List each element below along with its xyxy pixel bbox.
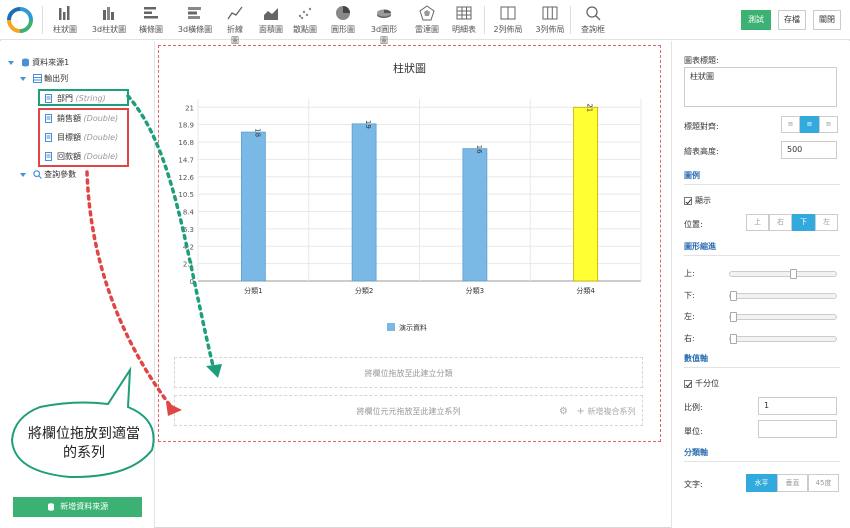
margin-slider[interactable] — [729, 334, 837, 344]
slider-handle[interactable] — [730, 291, 737, 301]
legend-show-label: 顯示 — [695, 196, 711, 205]
unit-label: 單位: — [684, 427, 703, 436]
margin-label: 左: — [684, 312, 695, 321]
legend-position-option[interactable]: 右 — [769, 214, 792, 231]
slider-handle[interactable] — [790, 269, 797, 279]
title-align-label: 標題對齊: — [684, 122, 719, 131]
align-left-button[interactable]: ≡ — [781, 116, 800, 133]
legend-section-title: 圖例 — [684, 171, 700, 180]
text-orientation-option[interactable]: 垂直 — [777, 474, 808, 492]
unit-input[interactable] — [758, 420, 837, 438]
position-label: 位置: — [684, 220, 703, 229]
measure-arrowhead — [166, 402, 182, 416]
legend-show-checkbox[interactable]: 顯示 — [684, 195, 711, 206]
ratio-input[interactable]: 1 — [758, 397, 837, 415]
chart-title-label: 圖表標題: — [684, 56, 719, 65]
margin-slider[interactable] — [729, 291, 837, 301]
legend-position-option[interactable]: 上 — [746, 214, 769, 231]
chart-title-input[interactable]: 柱狀圖 — [684, 67, 837, 107]
margin-slider[interactable] — [729, 269, 837, 279]
thousands-label: 千分位 — [695, 379, 719, 388]
slider-handle[interactable] — [730, 312, 737, 322]
text-orientation-option[interactable]: 45度 — [808, 474, 839, 492]
legend-position-option[interactable]: 下 — [792, 214, 815, 231]
text-orientation-option[interactable]: 水平 — [746, 474, 777, 492]
margin-label: 右: — [684, 334, 695, 343]
ratio-label: 比例: — [684, 403, 703, 412]
legend-position-option[interactable]: 左 — [815, 214, 838, 231]
value-axis-section-title: 數值軸 — [684, 354, 708, 363]
category-axis-section-title: 分類軸 — [684, 448, 708, 457]
height-label: 繪表高度: — [684, 147, 719, 156]
checkbox-icon[interactable] — [684, 379, 692, 388]
margin-label: 上: — [684, 269, 695, 278]
height-input[interactable]: 500 — [781, 141, 837, 159]
margin-section-title: 圖形縮進 — [684, 242, 716, 251]
text-label: 文字: — [684, 480, 703, 489]
dimension-arrow — [126, 94, 216, 372]
slider-handle[interactable] — [730, 334, 737, 344]
thousands-checkbox[interactable]: 千分位 — [684, 378, 719, 389]
callout-text: 將欄位拖放到適當的系列 — [28, 426, 140, 461]
align-right-button[interactable]: ≡ — [819, 116, 838, 133]
margin-label: 下: — [684, 291, 695, 300]
margin-slider[interactable] — [729, 312, 837, 322]
align-center-button[interactable]: ≡ — [800, 116, 819, 133]
dimension-arrowhead — [206, 364, 222, 378]
checkbox-icon[interactable] — [684, 196, 692, 205]
